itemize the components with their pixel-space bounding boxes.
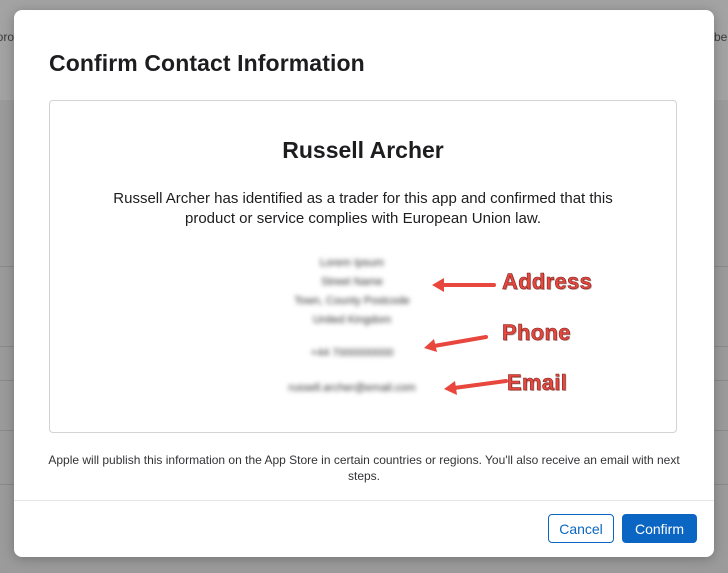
background-text-right: be	[714, 30, 728, 44]
trader-name: Russell Archer	[282, 137, 444, 163]
email-annotation: Email	[507, 370, 568, 396]
background-divider	[0, 266, 14, 267]
background-divider	[0, 346, 14, 347]
background-divider	[714, 484, 728, 485]
address-arrow-icon	[432, 278, 496, 292]
background-divider	[714, 346, 728, 347]
publish-notice: Apple will publish this information on t…	[48, 453, 680, 483]
background-divider	[714, 266, 728, 267]
background-text-left: oro	[0, 30, 14, 44]
background-divider	[714, 430, 728, 431]
phone-number: +44 7000000000	[310, 347, 394, 359]
background-divider	[0, 430, 14, 431]
confirm-contact-dialog: Confirm Contact Information Russell Arch…	[14, 10, 714, 557]
phone-annotation: Phone	[502, 320, 571, 346]
background-divider	[0, 380, 14, 381]
trader-description: Russell Archer has identified as a trade…	[113, 190, 613, 227]
dialog-title: Confirm Contact Information	[49, 50, 365, 76]
footer-divider	[14, 500, 714, 501]
address-line: Town, County Postcode	[294, 295, 410, 307]
trader-info-card: Russell Archer Russell Archer has identi…	[49, 100, 677, 433]
cancel-button[interactable]: Cancel	[548, 514, 614, 543]
email-arrow-icon	[444, 379, 508, 395]
address-line: Lorem Ipsum	[319, 257, 385, 269]
address-annotation: Address	[502, 269, 593, 295]
confirm-button[interactable]: Confirm	[622, 514, 697, 543]
background-divider	[0, 484, 14, 485]
background-divider	[714, 380, 728, 381]
phone-arrow-icon	[424, 335, 488, 352]
